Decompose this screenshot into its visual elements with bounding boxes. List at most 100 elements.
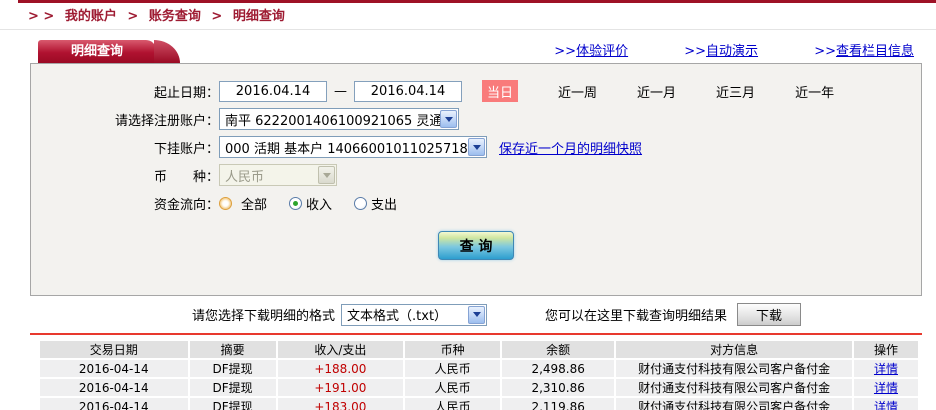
flow-direction-row: 资金流向： 全部 收入 支出 (31, 189, 921, 217)
top-links: >>体验评价 >>自动演示 >>查看栏目信息 (502, 40, 914, 59)
flow-option-all[interactable]: 全部 (219, 194, 267, 213)
flow-direction-label: 资金流向： (153, 197, 219, 213)
cell-date: 2016-04-14 (38, 358, 190, 379)
breadcrumb-prefix: > > (28, 9, 55, 24)
table-row: 2016-04-14 DF提现 +188.00 人民币 2,498.86 财付通… (38, 358, 921, 379)
radio-icon[interactable] (354, 196, 368, 210)
register-account-value: 南平 6222001406100921065 灵通卡 (225, 113, 440, 129)
quick-range-today[interactable]: 当日 (482, 80, 519, 102)
sub-account-row: 下挂账户： 000 活期 基本户 1406600101102571848 保存近… (31, 133, 921, 161)
table-header-row: 交易日期 摘要 收入/支出 币种 余额 对方信息 操作 (38, 339, 921, 360)
breadcrumb-item-my-account[interactable]: 我的账户 (65, 9, 117, 24)
chevron-down-icon (318, 166, 335, 184)
link-prefix: >> (814, 44, 836, 59)
flow-option-expense[interactable]: 支出 (354, 194, 397, 213)
breadcrumb-separator: > (127, 9, 139, 24)
chevron-down-icon[interactable] (468, 305, 486, 324)
header-summary: 摘要 (187, 339, 278, 360)
date-from-input[interactable] (219, 80, 327, 102)
cell-balance: 2,498.86 (499, 358, 617, 379)
sub-account-value: 000 活期 基本户 1406600101102571848 (225, 141, 468, 157)
cell-currency: 人民币 (403, 396, 502, 410)
cell-currency: 人民币 (403, 358, 502, 379)
link-view-column-info[interactable]: >>查看栏目信息 (814, 44, 914, 59)
breadcrumb-separator: > (211, 9, 223, 24)
cell-counterparty: 财付通支付科技有限公司客户备付金 (614, 396, 854, 410)
detail-link[interactable]: 详情 (874, 362, 898, 376)
flow-option-label: 支出 (371, 197, 398, 213)
quick-range-week[interactable]: 近一周 (558, 82, 597, 101)
query-form-panel: 起止日期： — 当日 近一周 近一月 近三月 近一年 请选择注册账户： 南平 6… (30, 63, 922, 296)
register-account-row: 请选择注册账户： 南平 6222001406100921065 灵通卡 (31, 105, 921, 133)
cell-action: 详情 (851, 396, 921, 410)
flow-option-label: 收入 (306, 197, 333, 213)
download-hint: 您可以在这里下载查询明细结果 (545, 309, 728, 324)
cell-amount: +183.00 (275, 396, 406, 410)
sub-account-select[interactable]: 000 活期 基本户 1406600101102571848 (219, 136, 487, 158)
link-label: 查看栏目信息 (835, 44, 914, 59)
header-currency: 币种 (403, 339, 502, 360)
cell-amount: +191.00 (275, 377, 406, 398)
link-auto-demo[interactable]: >>自动演示 (684, 44, 758, 59)
currency-label: 币 种： (153, 169, 219, 185)
quick-range-quarter[interactable]: 近三月 (716, 82, 755, 101)
link-label: 自动演示 (706, 44, 759, 59)
cell-amount: +188.00 (275, 358, 406, 379)
table-row: 2016-04-14 DF提现 +183.00 人民币 2,119.86 财付通… (38, 396, 921, 410)
cell-counterparty: 财付通支付科技有限公司客户备付金 (614, 358, 854, 379)
header-date: 交易日期 (38, 339, 190, 360)
cell-date: 2016-04-14 (38, 377, 190, 398)
download-button[interactable]: 下载 (737, 303, 802, 326)
query-button-row: 查 询 (31, 231, 921, 260)
panel-header: 明细查询 >>体验评价 >>自动演示 >>查看栏目信息 (30, 39, 922, 63)
transaction-table: 交易日期 摘要 收入/支出 币种 余额 对方信息 操作 2016-04-14 D… (38, 339, 921, 410)
detail-link[interactable]: 详情 (874, 400, 898, 410)
register-account-select[interactable]: 南平 6222001406100921065 灵通卡 (219, 108, 459, 130)
breadcrumb-item-detail-query[interactable]: 明细查询 (233, 9, 285, 24)
cell-balance: 2,310.86 (499, 377, 617, 398)
date-separator: — (334, 83, 347, 99)
download-bar: 请您选择下载明细的格式 文本格式（.txt） 您可以在这里下载查询明细结果 下载 (0, 296, 936, 333)
quick-range-year[interactable]: 近一年 (795, 82, 834, 101)
link-prefix: >> (554, 44, 577, 59)
snapshot-link[interactable]: 保存近一个月的明细快照 (499, 138, 642, 157)
download-format-label: 请您选择下载明细的格式 (192, 309, 336, 324)
currency-value: 人民币 (225, 169, 265, 185)
chevron-down-icon[interactable] (468, 138, 485, 156)
breadcrumb-item-account-query[interactable]: 账务查询 (149, 9, 201, 24)
flow-option-label: 全部 (241, 197, 268, 213)
breadcrumb: > > 我的账户 > 账务查询 > 明细查询 (0, 3, 936, 30)
quick-range-month[interactable]: 近一月 (637, 82, 676, 101)
date-range-row: 起止日期： — 当日 近一周 近一月 近三月 近一年 (31, 77, 921, 105)
header-amount: 收入/支出 (275, 339, 406, 360)
link-experience-feedback[interactable]: >>体验评价 (554, 44, 628, 59)
cell-counterparty: 财付通支付科技有限公司客户备付金 (614, 377, 854, 398)
currency-select: 人民币 (219, 164, 337, 186)
header-action: 操作 (851, 339, 921, 360)
link-label: 体验评价 (576, 44, 629, 59)
cell-balance: 2,119.86 (499, 396, 617, 410)
radio-checked-icon[interactable] (289, 196, 303, 210)
header-counterparty: 对方信息 (614, 339, 854, 360)
radio-icon[interactable] (219, 196, 232, 210)
sub-account-label: 下挂账户： (153, 141, 219, 157)
cell-date: 2016-04-14 (38, 396, 190, 410)
cell-summary: DF提现 (187, 377, 278, 398)
flow-option-income[interactable]: 收入 (289, 194, 332, 213)
chevron-down-icon[interactable] (440, 110, 457, 128)
cell-action: 详情 (851, 358, 921, 379)
table-row: 2016-04-14 DF提现 +191.00 人民币 2,310.86 财付通… (38, 377, 921, 398)
header-balance: 余额 (499, 339, 617, 360)
query-button[interactable]: 查 询 (438, 231, 514, 260)
detail-link[interactable]: 详情 (874, 381, 898, 395)
download-format-select[interactable]: 文本格式（.txt） (341, 303, 488, 326)
cell-currency: 人民币 (403, 377, 502, 398)
download-format-value: 文本格式（.txt） (347, 309, 448, 324)
date-to-input[interactable] (354, 80, 462, 102)
register-account-label: 请选择注册账户： (114, 113, 219, 129)
tab-detail-query[interactable]: 明细查询 (38, 40, 180, 63)
cell-summary: DF提现 (187, 358, 278, 379)
date-range-label: 起止日期： (153, 85, 219, 101)
currency-row: 币 种： 人民币 (31, 161, 921, 189)
cell-summary: DF提现 (187, 396, 278, 410)
